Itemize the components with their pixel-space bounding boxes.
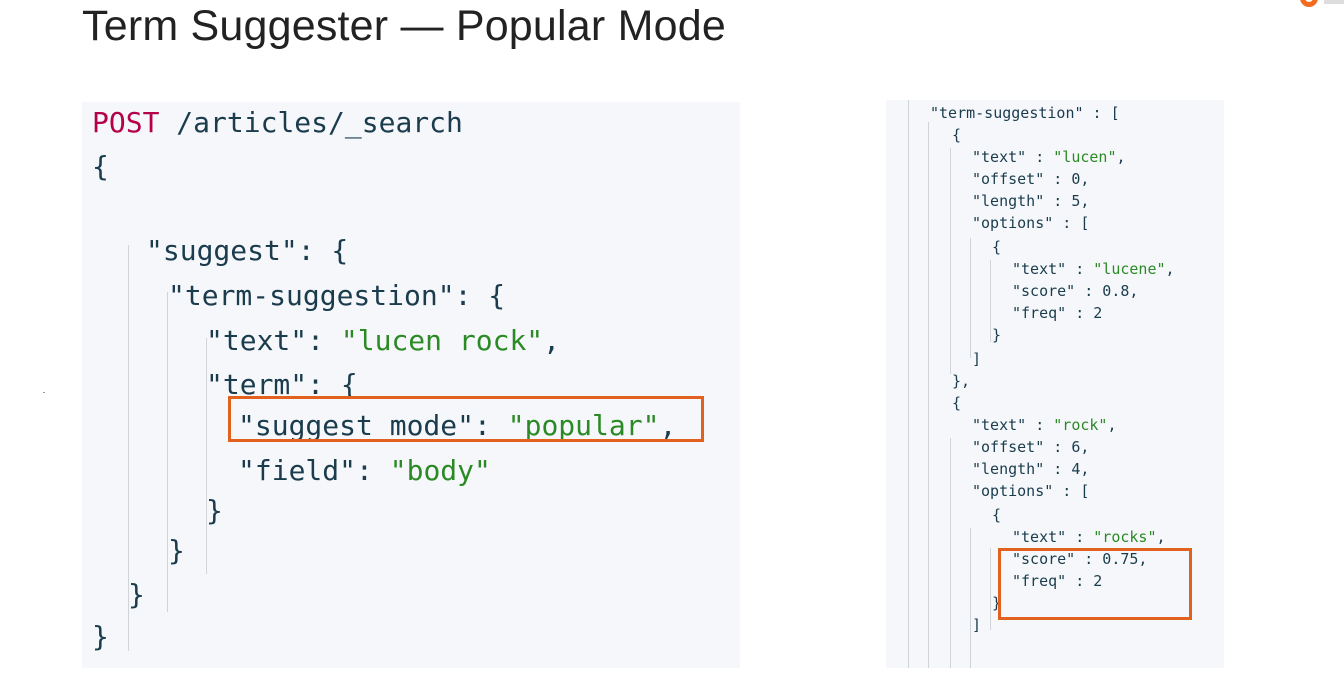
response-code-panel: "term-suggestion" : [ { "text" : "lucen"…: [886, 100, 1224, 668]
indent-guide: [950, 148, 951, 374]
response-line: {: [952, 126, 961, 144]
request-line-close: }: [168, 534, 185, 567]
response-line: "text" : "rock",: [972, 416, 1117, 434]
indent-guide: [990, 260, 991, 342]
json-key: "field": [238, 454, 357, 487]
response-line: {: [992, 238, 1001, 256]
response-line: }: [992, 326, 1001, 344]
json-key: "freq" : 2: [1012, 304, 1103, 322]
request-line-term-suggestion: "term-suggestion": {: [168, 279, 505, 312]
indent-guide: [950, 438, 951, 668]
response-line-header: "term-suggestion" : [: [930, 104, 1120, 122]
json-key: "options" : [: [972, 482, 1090, 500]
brace: {: [952, 394, 962, 412]
json-key: "term-suggestion": [168, 279, 455, 312]
response-line: "text" : "lucen",: [972, 148, 1126, 166]
response-line: "offset" : 0,: [972, 170, 1089, 188]
request-line-method: POST /articles/_search: [92, 106, 463, 139]
logo-icon: [1300, 0, 1344, 14]
response-line: "options" : [: [972, 482, 1089, 500]
punct: : {: [454, 279, 506, 312]
brace: }: [992, 326, 1002, 344]
indent-guide: [908, 100, 909, 668]
brace: }: [206, 494, 223, 527]
response-line: {: [992, 506, 1001, 524]
bracket: ]: [972, 616, 982, 634]
response-line: "options" : [: [972, 214, 1089, 232]
suggest-mode-highlight: [228, 396, 704, 442]
request-code-panel: POST /articles/_search { "suggest": { "t…: [82, 102, 740, 668]
json-key: "text": [206, 324, 308, 357]
json-string: "body": [389, 454, 491, 487]
request-line-field: "field": "body": [238, 454, 491, 487]
response-line: "freq" : 2: [1012, 304, 1102, 322]
json-string: "lucen rock": [340, 324, 544, 357]
brace: {: [992, 506, 1002, 524]
request-path: /articles/_search: [159, 106, 463, 139]
punct: :: [356, 454, 390, 487]
json-string: "lucene": [1093, 260, 1166, 278]
request-line-suggest: "suggest": {: [146, 234, 348, 267]
json-key: "length" : 4,: [972, 460, 1090, 478]
json-key: "score" : 0.8,: [1012, 282, 1139, 300]
response-line: "text" : "lucene",: [1012, 260, 1175, 278]
brace: }: [128, 578, 145, 611]
punct: ,: [1156, 528, 1166, 546]
brace: {: [952, 126, 962, 144]
indent-guide: [928, 122, 929, 668]
indent-guide: [970, 528, 971, 668]
json-key: "offset" : 6,: [972, 438, 1090, 456]
request-line-text: "text": "lucen rock",: [206, 324, 560, 357]
punct: ,: [1116, 148, 1126, 166]
json-key: "length" : 5,: [972, 192, 1090, 210]
response-line: "length" : 4,: [972, 460, 1089, 478]
bracket: ]: [972, 350, 982, 368]
http-method: POST: [92, 106, 160, 139]
punct: : {: [297, 234, 349, 267]
brace: },: [952, 372, 971, 390]
indent-guide: [970, 238, 971, 358]
request-line-open: {: [92, 150, 109, 183]
punct: :: [307, 324, 341, 357]
json-string: "rocks": [1093, 528, 1157, 546]
brace: {: [92, 150, 109, 183]
response-line: "text" : "rocks",: [1012, 528, 1166, 546]
json-key: "options" : [: [972, 214, 1090, 232]
punct: ,: [1165, 260, 1175, 278]
punct: ,: [543, 324, 561, 357]
brace: }: [92, 620, 109, 653]
stray-dot: [43, 392, 45, 393]
request-line-close: }: [206, 494, 223, 527]
response-line: },: [952, 372, 970, 390]
slide-title: Term Suggester — Popular Mode: [82, 2, 726, 50]
request-line-close: }: [92, 620, 109, 653]
response-line: ]: [972, 616, 981, 634]
json-key: "text" :: [1012, 528, 1094, 546]
indent-guide: [990, 548, 991, 630]
brace: {: [992, 238, 1002, 256]
response-line: "score" : 0.8,: [1012, 282, 1138, 300]
response-line: "length" : 5,: [972, 192, 1089, 210]
json-key: "text" :: [972, 148, 1054, 166]
response-line: "offset" : 6,: [972, 438, 1089, 456]
json-key: "offset" : 0,: [972, 170, 1090, 188]
json-string: "rock": [1053, 416, 1108, 434]
json-key: "text" :: [1012, 260, 1094, 278]
json-key: "text" :: [972, 416, 1054, 434]
json-string: "lucen": [1053, 148, 1117, 166]
punct: ,: [1107, 416, 1117, 434]
json-key: "suggest": [146, 234, 298, 267]
brace: }: [168, 534, 185, 567]
response-line: ]: [972, 350, 981, 368]
json-key: "term-suggestion" : [: [930, 104, 1120, 122]
rocks-option-highlight: [998, 548, 1192, 620]
request-line-close: }: [128, 578, 145, 611]
response-line: {: [952, 394, 961, 412]
